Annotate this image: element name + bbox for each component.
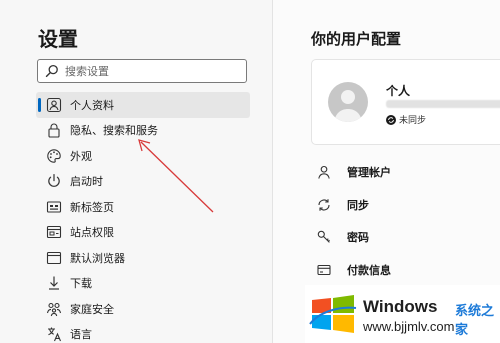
new-tab-icon [46, 199, 62, 215]
profile-menu: 管理帐户 同步 密码 付款信息 [317, 156, 500, 286]
settings-sidebar: 设置 个人资料 隐私、搜索和服务 [0, 0, 273, 343]
lock-icon [46, 122, 62, 138]
menu-item-label: 同步 [347, 198, 369, 212]
family-icon [46, 301, 62, 317]
sidebar-item-label: 家庭安全 [70, 302, 114, 316]
sidebar-item-label: 站点权限 [70, 226, 114, 240]
profile-card[interactable]: 个人 未同步 [311, 59, 500, 145]
sidebar-item-profiles[interactable]: 个人资料 [36, 92, 250, 118]
manage-account-item[interactable]: 管理帐户 [317, 156, 500, 189]
sidebar-item-new-tab[interactable]: 新标签页 [36, 194, 250, 220]
palette-icon [46, 148, 62, 164]
settings-nav: 个人资料 隐私、搜索和服务 外观 启动时 新标签页 站点权限 默认浏览器 下载 … [36, 92, 250, 343]
sidebar-item-languages[interactable]: 语言 [36, 322, 250, 343]
search-box[interactable] [37, 59, 247, 83]
watermark-subtitle: 系统之家 [455, 304, 495, 338]
avatar [328, 82, 368, 122]
windows-logo-icon [309, 295, 357, 333]
sync-status-label: 未同步 [399, 116, 427, 126]
passwords-item[interactable]: 密码 [317, 221, 500, 254]
menu-item-label: 管理帐户 [347, 166, 391, 180]
profile-email-redacted [386, 100, 500, 108]
language-icon [46, 326, 62, 342]
sidebar-item-site-permissions[interactable]: 站点权限 [36, 220, 250, 246]
payment-info-item[interactable]: 付款信息 [317, 254, 500, 287]
sidebar-item-label: 语言 [70, 328, 92, 342]
key-icon [317, 230, 331, 244]
sync-off-icon [386, 114, 396, 125]
site-permissions-icon [46, 224, 62, 240]
sidebar-item-label: 下载 [70, 277, 92, 291]
sidebar-item-label: 外观 [70, 149, 92, 163]
watermark: Windows 系统之家 www.bjjmlv.com [305, 285, 500, 343]
sidebar-item-appearance[interactable]: 外观 [36, 143, 250, 169]
sidebar-item-label: 隐私、搜索和服务 [70, 124, 158, 138]
menu-item-label: 密码 [347, 231, 369, 245]
sidebar-item-label: 个人资料 [70, 98, 114, 112]
menu-item-label: 付款信息 [347, 263, 391, 277]
sidebar-item-label: 默认浏览器 [70, 251, 125, 265]
sidebar-item-label: 新标签页 [70, 200, 114, 214]
watermark-title: Windows [363, 297, 438, 316]
page-title: 你的用户配置 [311, 30, 402, 48]
profile-name: 个人 [386, 84, 411, 98]
sync-item[interactable]: 同步 [317, 189, 500, 222]
sync-status: 未同步 [386, 113, 426, 126]
sidebar-item-startup[interactable]: 启动时 [36, 169, 250, 195]
card-icon [317, 263, 331, 277]
sidebar-item-label: 启动时 [70, 175, 103, 189]
power-icon [46, 173, 62, 189]
person-icon [46, 97, 62, 113]
search-input[interactable] [65, 62, 240, 80]
download-icon [46, 275, 62, 291]
sync-icon [317, 198, 331, 212]
browser-window-icon [46, 250, 62, 266]
edge-settings-page: 设置 个人资料 隐私、搜索和服务 [0, 0, 500, 343]
sidebar-item-family-safety[interactable]: 家庭安全 [36, 296, 250, 322]
sidebar-item-privacy[interactable]: 隐私、搜索和服务 [36, 118, 250, 144]
sidebar-title: 设置 [38, 27, 78, 51]
sidebar-item-downloads[interactable]: 下载 [36, 271, 250, 297]
sidebar-item-default-browser[interactable]: 默认浏览器 [36, 245, 250, 271]
person-icon [317, 165, 331, 179]
search-icon [45, 64, 58, 78]
watermark-url: www.bjjmlv.com [363, 319, 455, 334]
